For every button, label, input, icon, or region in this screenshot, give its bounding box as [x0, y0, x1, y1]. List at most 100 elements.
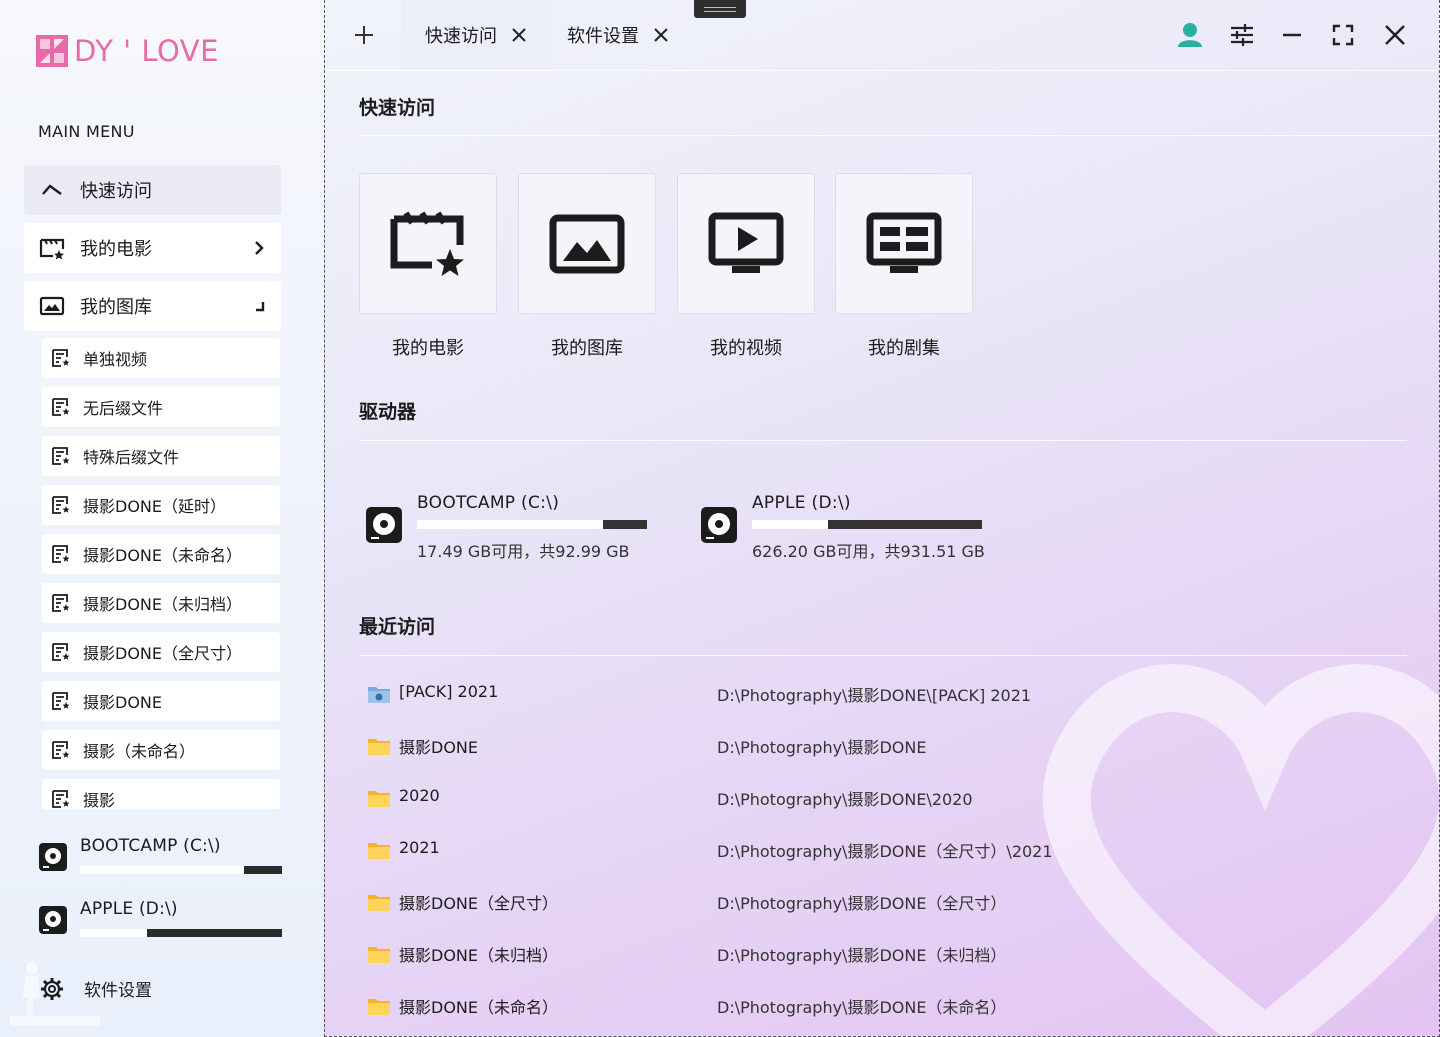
sidebar-subitem-label: 摄影DONE	[83, 693, 162, 712]
folder-star-icon	[52, 790, 70, 808]
sidebar-subitem[interactable]: 特殊后缀文件	[42, 436, 280, 476]
tab-label: 软件设置	[567, 26, 639, 47]
quick-card-videos[interactable]	[677, 173, 815, 314]
movie-star-icon	[390, 210, 464, 276]
quick-card-label: 我的剧集	[868, 338, 940, 359]
section-title-recent: 最近访问	[359, 616, 436, 638]
folder-star-icon	[52, 398, 70, 416]
fullscreen-icon[interactable]	[1328, 20, 1358, 50]
tab-bar: 快速访问 软件设置	[325, 0, 1439, 70]
drive-usage-fill	[827, 520, 982, 529]
folder-icon	[368, 895, 390, 911]
close-icon[interactable]	[653, 27, 669, 43]
section-divider	[359, 135, 1439, 136]
folder-star-icon	[52, 692, 70, 710]
folder-star-icon	[52, 545, 70, 563]
sidebar-subitem-label: 单独视频	[83, 350, 148, 369]
folder-star-icon	[52, 349, 70, 367]
folder-star-icon	[52, 643, 70, 661]
drive-d[interactable]: APPLE (D:\) 626.20 GB可用，共931.51 GB	[700, 490, 1000, 561]
quick-card-series[interactable]	[835, 173, 973, 314]
sidebar-subitem[interactable]: 摄影DONE（未归档）	[42, 583, 280, 623]
recent-path: D:\Photography\摄影DONE\2020	[717, 790, 973, 809]
drive-usage-bar	[417, 520, 647, 529]
recent-name: 摄影DONE	[399, 738, 478, 757]
chevron-up-icon	[38, 176, 66, 204]
sidebar-subitem-label: 摄影	[83, 791, 116, 809]
recent-row[interactable]: 摄影DONE D:\Photography\摄影DONE	[367, 724, 1367, 776]
sidebar-subitem[interactable]: 摄影DONE（未命名）	[42, 534, 280, 574]
quick-card-movies[interactable]	[359, 173, 497, 314]
drive-usage-bar	[80, 866, 282, 874]
drive-usage-fill	[603, 520, 647, 529]
recent-name: 摄影DONE（未归档）	[399, 946, 558, 965]
close-icon[interactable]	[511, 27, 527, 43]
sidebar-subitem[interactable]: 无后缀文件	[42, 387, 280, 427]
news-icon	[866, 212, 942, 273]
drive-c[interactable]: BOOTCAMP (C:\) 17.49 GB可用，共92.99 GB	[365, 490, 665, 561]
logo-mark-icon	[36, 35, 68, 67]
sidebar-subitem[interactable]: 摄影DONE（全尺寸）	[42, 632, 280, 672]
folder-icon	[368, 739, 390, 755]
recent-name: 摄影DONE（全尺寸）	[399, 894, 558, 913]
close-window-icon[interactable]	[1380, 20, 1410, 50]
quick-card-label: 我的视频	[710, 338, 782, 359]
minimize-icon[interactable]	[1277, 20, 1307, 50]
recent-path: D:\Photography\摄影DONE（未命名）	[717, 998, 1007, 1017]
sidebar-subitem-label: 摄影（未命名）	[83, 742, 196, 761]
recent-name: 摄影DONE（未命名）	[399, 998, 558, 1017]
sidebar-subitem[interactable]: 摄影DONE（延时）	[42, 485, 280, 525]
recent-row[interactable]: [PACK] 2021 D:\Photography\摄影DONE\[PACK]…	[367, 672, 1367, 724]
folder-icon	[368, 843, 390, 859]
tab-settings[interactable]: 软件设置	[543, 0, 693, 70]
recent-row[interactable]: 2021 D:\Photography\摄影DONE（全尺寸）\2021	[367, 828, 1367, 880]
recent-path: D:\Photography\摄影DONE（全尺寸）\2021	[717, 842, 1053, 861]
sidebar-subitem-label: 无后缀文件	[83, 399, 164, 418]
section-divider	[359, 655, 1407, 656]
drive-name: APPLE (D:\)	[752, 493, 851, 513]
sidebar-subitem-label: 摄影DONE（未归档）	[83, 595, 242, 614]
logo-text: DY ' LOVE	[74, 34, 219, 68]
sidebar-subitem[interactable]: 摄影DONE	[42, 681, 280, 721]
drive-icon	[366, 507, 402, 543]
drive-space-info: 626.20 GB可用，共931.51 GB	[752, 542, 985, 561]
sliders-icon[interactable]	[1227, 20, 1257, 50]
sidebar-subitem-label: 特殊后缀文件	[83, 448, 180, 467]
tab-quick-access[interactable]: 快速访问	[401, 0, 551, 70]
image-icon	[549, 214, 625, 273]
chevron-right-icon	[255, 241, 264, 255]
drive-usage-bar	[752, 520, 982, 529]
corner-arrow-icon	[256, 302, 265, 312]
recent-row[interactable]: 摄影DONE（未命名） D:\Photography\摄影DONE（未命名）	[367, 984, 1367, 1036]
add-tab-icon[interactable]	[351, 22, 377, 48]
user-avatar-icon[interactable]	[1175, 20, 1205, 50]
recent-name: 2020	[399, 786, 440, 805]
folder-icon	[368, 999, 390, 1015]
recent-row[interactable]: 2020 D:\Photography\摄影DONE\2020	[367, 776, 1367, 828]
sidebar-subitem-label: 摄影DONE（全尺寸）	[83, 644, 242, 663]
sidebar: DY ' LOVE MAIN MENU 快速访问 我的电影 我的图库 单独视频 …	[0, 0, 324, 1037]
sidebar-drive-c[interactable]: BOOTCAMP (C:\)	[36, 836, 286, 888]
recent-path: D:\Photography\摄影DONE（全尺寸）	[717, 894, 1007, 913]
sidebar-subitem[interactable]: 摄影	[42, 779, 280, 809]
drive-usage-bar	[80, 929, 282, 937]
tv-play-icon	[708, 212, 784, 273]
sidebar-subitem[interactable]: 摄影（未命名）	[42, 730, 280, 770]
sidebar-subitem[interactable]: 单独视频	[42, 338, 280, 378]
folder-star-icon	[52, 594, 70, 612]
tab-label: 快速访问	[425, 26, 497, 47]
folder-icon	[368, 791, 390, 807]
sidebar-item-quick-access[interactable]: 快速访问	[24, 165, 281, 215]
sidebar-item-movies[interactable]: 我的电影	[24, 223, 281, 273]
folder-star-icon	[52, 447, 70, 465]
sidebar-drive-d[interactable]: APPLE (D:\)	[36, 899, 286, 951]
quick-card-label: 我的图库	[551, 338, 623, 359]
recent-row[interactable]: 摄影DONE（未归档） D:\Photography\摄影DONE（未归档）	[367, 932, 1367, 984]
drive-usage-fill	[146, 929, 282, 937]
recent-row[interactable]: 摄影DONE（全尺寸） D:\Photography\摄影DONE（全尺寸）	[367, 880, 1367, 932]
quick-card-gallery[interactable]	[518, 173, 656, 314]
sidebar-item-gallery[interactable]: 我的图库	[24, 281, 281, 331]
drive-space-info: 17.49 GB可用，共92.99 GB	[417, 542, 630, 561]
section-title-quick-access: 快速访问	[359, 97, 436, 119]
drive-label: APPLE (D:\)	[80, 899, 178, 919]
